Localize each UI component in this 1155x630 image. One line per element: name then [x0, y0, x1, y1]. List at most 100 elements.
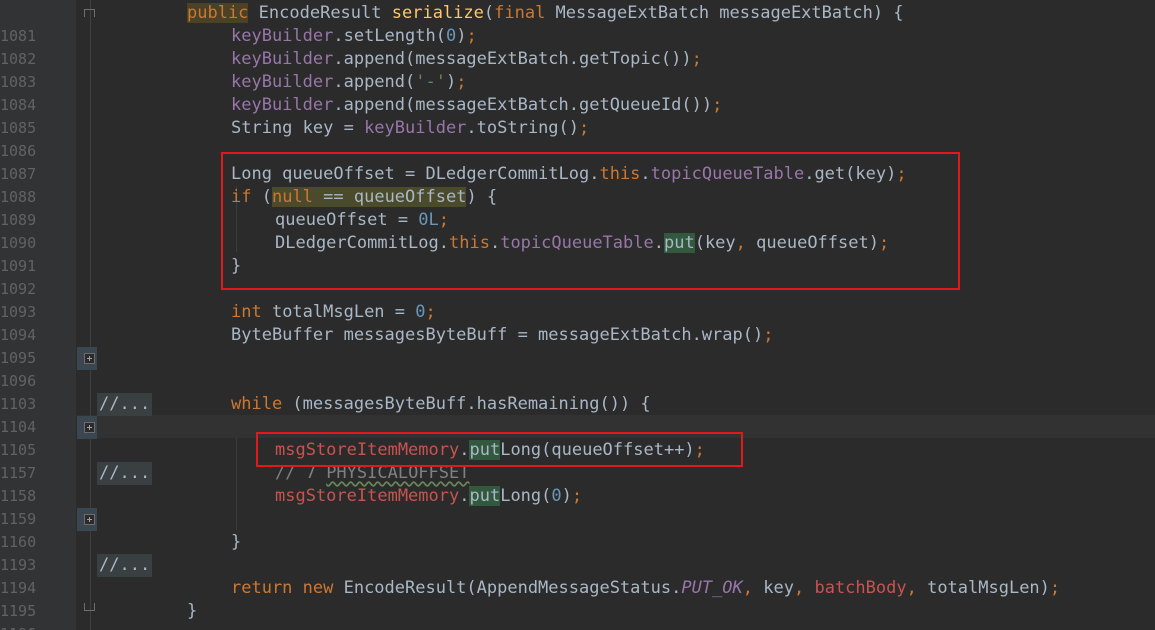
code-part: Long queueOffset = DLedgerCommitLog. [231, 164, 600, 184]
comma: , [906, 578, 917, 598]
code-part: EncodeResult(AppendMessageStatus. [333, 578, 682, 598]
code-part: DLedgerCommitLog. [275, 233, 449, 253]
number-literal: 0 [415, 302, 426, 322]
code-line[interactable]: 1159 msgStoreItemMemory.putLong(0); [0, 485, 1155, 528]
expand-fold-icon[interactable] [84, 422, 95, 433]
code-line[interactable]: 1094 int totalMsgLen = 0; [0, 301, 1155, 344]
comma: , [735, 233, 746, 253]
code-text: if (null == queueOffset) { [231, 186, 497, 209]
code-part: ) [456, 26, 467, 46]
semicolon: ; [571, 486, 583, 506]
code-text: msgStoreItemMemory.putLong(0); [275, 485, 582, 508]
code-text: } [231, 532, 242, 552]
code-text: } [187, 601, 198, 621]
fold-toggle-icon[interactable] [84, 603, 95, 611]
code-line[interactable]: 1090 queueOffset = 0L; [0, 209, 1155, 252]
code-line[interactable]: 1104 while (messagesByteBuff.hasRemainin… [0, 393, 1155, 436]
code-line[interactable]: 1082 keyBuilder.setLength(0); [0, 25, 1155, 68]
semicolon: ; [1049, 578, 1061, 598]
usage-highlight: put [663, 233, 695, 253]
code-text: // 7 PHYSICALOFFSET [275, 462, 469, 485]
semicolon: ; [425, 302, 436, 322]
code-line[interactable]: 1195 return new EncodeResult(AppendMessa… [0, 577, 1155, 620]
code-line[interactable]: 1105 //... [0, 416, 1155, 485]
keyword-while: while [231, 394, 283, 414]
field-ref: keyBuilder [231, 26, 334, 46]
code-line[interactable]: 1083 keyBuilder.append(messageExtBatch.g… [0, 48, 1155, 91]
usage-highlight: put [469, 486, 501, 506]
code-line[interactable]: 1194 [0, 554, 1155, 597]
code-part: String key = [231, 118, 365, 138]
code-line[interactable]: 1092 } [0, 255, 1155, 298]
code-line[interactable]: 1095 ByteBuffer messagesByteBuff = messa… [0, 324, 1155, 367]
semicolon: ; [878, 233, 890, 253]
code-line[interactable]: 1088 Long queueOffset = DLedgerCommitLog… [0, 163, 1155, 206]
code-text: } [231, 256, 242, 276]
code-line[interactable]: 1085 keyBuilder.append(messageExtBatch.g… [0, 94, 1155, 137]
code-line[interactable]: 1093 [0, 278, 1155, 321]
semicolon: ; [691, 49, 702, 69]
code-part: .toString() [466, 118, 580, 138]
code-text: keyBuilder.append('-'); [231, 71, 466, 94]
code-part: . [640, 164, 651, 184]
code-part: . [459, 486, 470, 506]
type-name: EncodeResult [258, 3, 382, 23]
field-ref: keyBuilder [231, 49, 334, 69]
field-ref: msgStoreItemMemory [275, 440, 460, 460]
code-line[interactable]: 1158 // 7 PHYSICALOFFSET [0, 462, 1155, 505]
code-part: (messagesByteBuff.hasRemaining()) { [282, 394, 651, 414]
keyword-final: final [494, 3, 546, 23]
code-text: keyBuilder.setLength(0); [231, 25, 477, 48]
code-line[interactable]: 1081 public EncodeResult serialize(final… [0, 2, 1155, 45]
code-line[interactable]: 1091 DLedgerCommitLog.this.topicQueueTab… [0, 232, 1155, 275]
code-text: keyBuilder.append(messageExtBatch.getTop… [231, 48, 702, 71]
line-number: 1196 [0, 623, 36, 630]
code-line[interactable]: 1087 [0, 140, 1155, 183]
paren-open: ( [483, 3, 495, 23]
code-line[interactable]: 1193 } [0, 531, 1155, 574]
keyword-null: null [271, 187, 313, 207]
code-text: msgStoreItemMemory.putLong(queueOffset++… [275, 439, 705, 462]
code-line[interactable]: 1196 } [0, 600, 1155, 630]
code-part: queueOffset = [275, 210, 419, 230]
code-text: keyBuilder.append(messageExtBatch.getQue… [231, 94, 722, 117]
expand-fold-icon[interactable] [84, 514, 95, 525]
keyword-return-new: return new [231, 578, 334, 598]
enum-constant: PUT_OK [681, 578, 743, 598]
keyword-public: public [187, 3, 249, 23]
code-text: Long queueOffset = DLedgerCommitLog.this… [231, 163, 907, 186]
method-name: serialize [391, 3, 484, 23]
code-part: Long( [500, 486, 552, 506]
comma: , [742, 578, 754, 598]
keyword-int: int [231, 302, 262, 322]
code-part: (key [694, 233, 736, 253]
semicolon: ; [579, 118, 590, 138]
code-editor[interactable]: 1081 public EncodeResult serialize(final… [0, 0, 1155, 630]
field-ref: msgStoreItemMemory [275, 486, 460, 506]
code-line[interactable]: 1157 msgStoreItemMemory.putLong(queueOff… [0, 439, 1155, 482]
code-text: DLedgerCommitLog.this.topicQueueTable.pu… [275, 232, 889, 255]
code-part: ) [561, 486, 572, 506]
code-part: .append(messageExtBatch.getTopic()) [333, 49, 692, 69]
field-ref: topicQueueTable [500, 233, 654, 253]
field-ref: keyBuilder [231, 72, 334, 92]
keyword-this: this [449, 233, 490, 253]
field-ref: batchBody [804, 578, 907, 598]
code-line[interactable]: 1084 keyBuilder.append('-'); [0, 71, 1155, 114]
semicolon: ; [438, 210, 450, 230]
code-line[interactable]: 1089 if (null == queueOffset) { [0, 186, 1155, 229]
code-line[interactable]: 1096 //... [0, 347, 1155, 416]
code-part: .setLength( [333, 26, 446, 46]
comment-typo: PHYSICALOFFSET [326, 463, 470, 483]
code-part: Long(queueOffset++) [500, 440, 695, 460]
fold-toggle-icon[interactable] [84, 9, 95, 17]
code-line[interactable]: 1103 [0, 370, 1155, 413]
usage-highlight: put [469, 440, 501, 460]
code-line[interactable]: 1160 //... [0, 508, 1155, 577]
code-text: queueOffset = 0L; [275, 209, 449, 232]
code-line[interactable]: 1086 String key = keyBuilder.toString(); [0, 117, 1155, 160]
code-text: int totalMsgLen = 0; [231, 301, 436, 324]
expand-fold-icon[interactable] [84, 353, 95, 364]
code-text: public EncodeResult serialize(final Mess… [187, 2, 904, 25]
field-ref: topicQueueTable [650, 164, 805, 184]
